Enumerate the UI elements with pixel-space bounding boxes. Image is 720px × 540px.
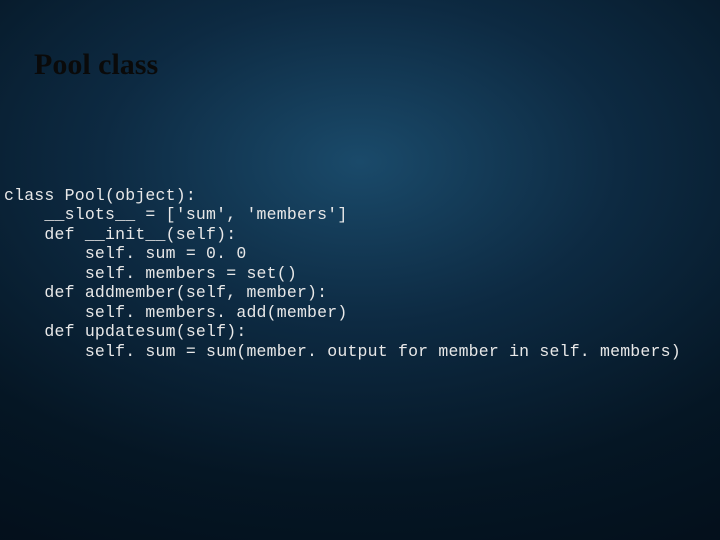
code-line: self. members = set(): [4, 264, 297, 283]
code-line: def updatesum(self):: [4, 322, 246, 341]
code-line: self. members. add(member): [4, 303, 347, 322]
code-line: def addmember(self, member):: [4, 283, 327, 302]
slide: Pool class class Pool(object): __slots__…: [0, 0, 720, 540]
slide-title: Pool class: [34, 48, 158, 82]
code-line: __slots__ = ['sum', 'members']: [4, 205, 347, 224]
code-line: self. sum = sum(member. output for membe…: [4, 342, 681, 361]
code-line: def __init__(self):: [4, 225, 236, 244]
code-block: class Pool(object): __slots__ = ['sum', …: [4, 186, 681, 361]
code-line: class Pool(object):: [4, 186, 196, 205]
code-line: self. sum = 0. 0: [4, 244, 246, 263]
